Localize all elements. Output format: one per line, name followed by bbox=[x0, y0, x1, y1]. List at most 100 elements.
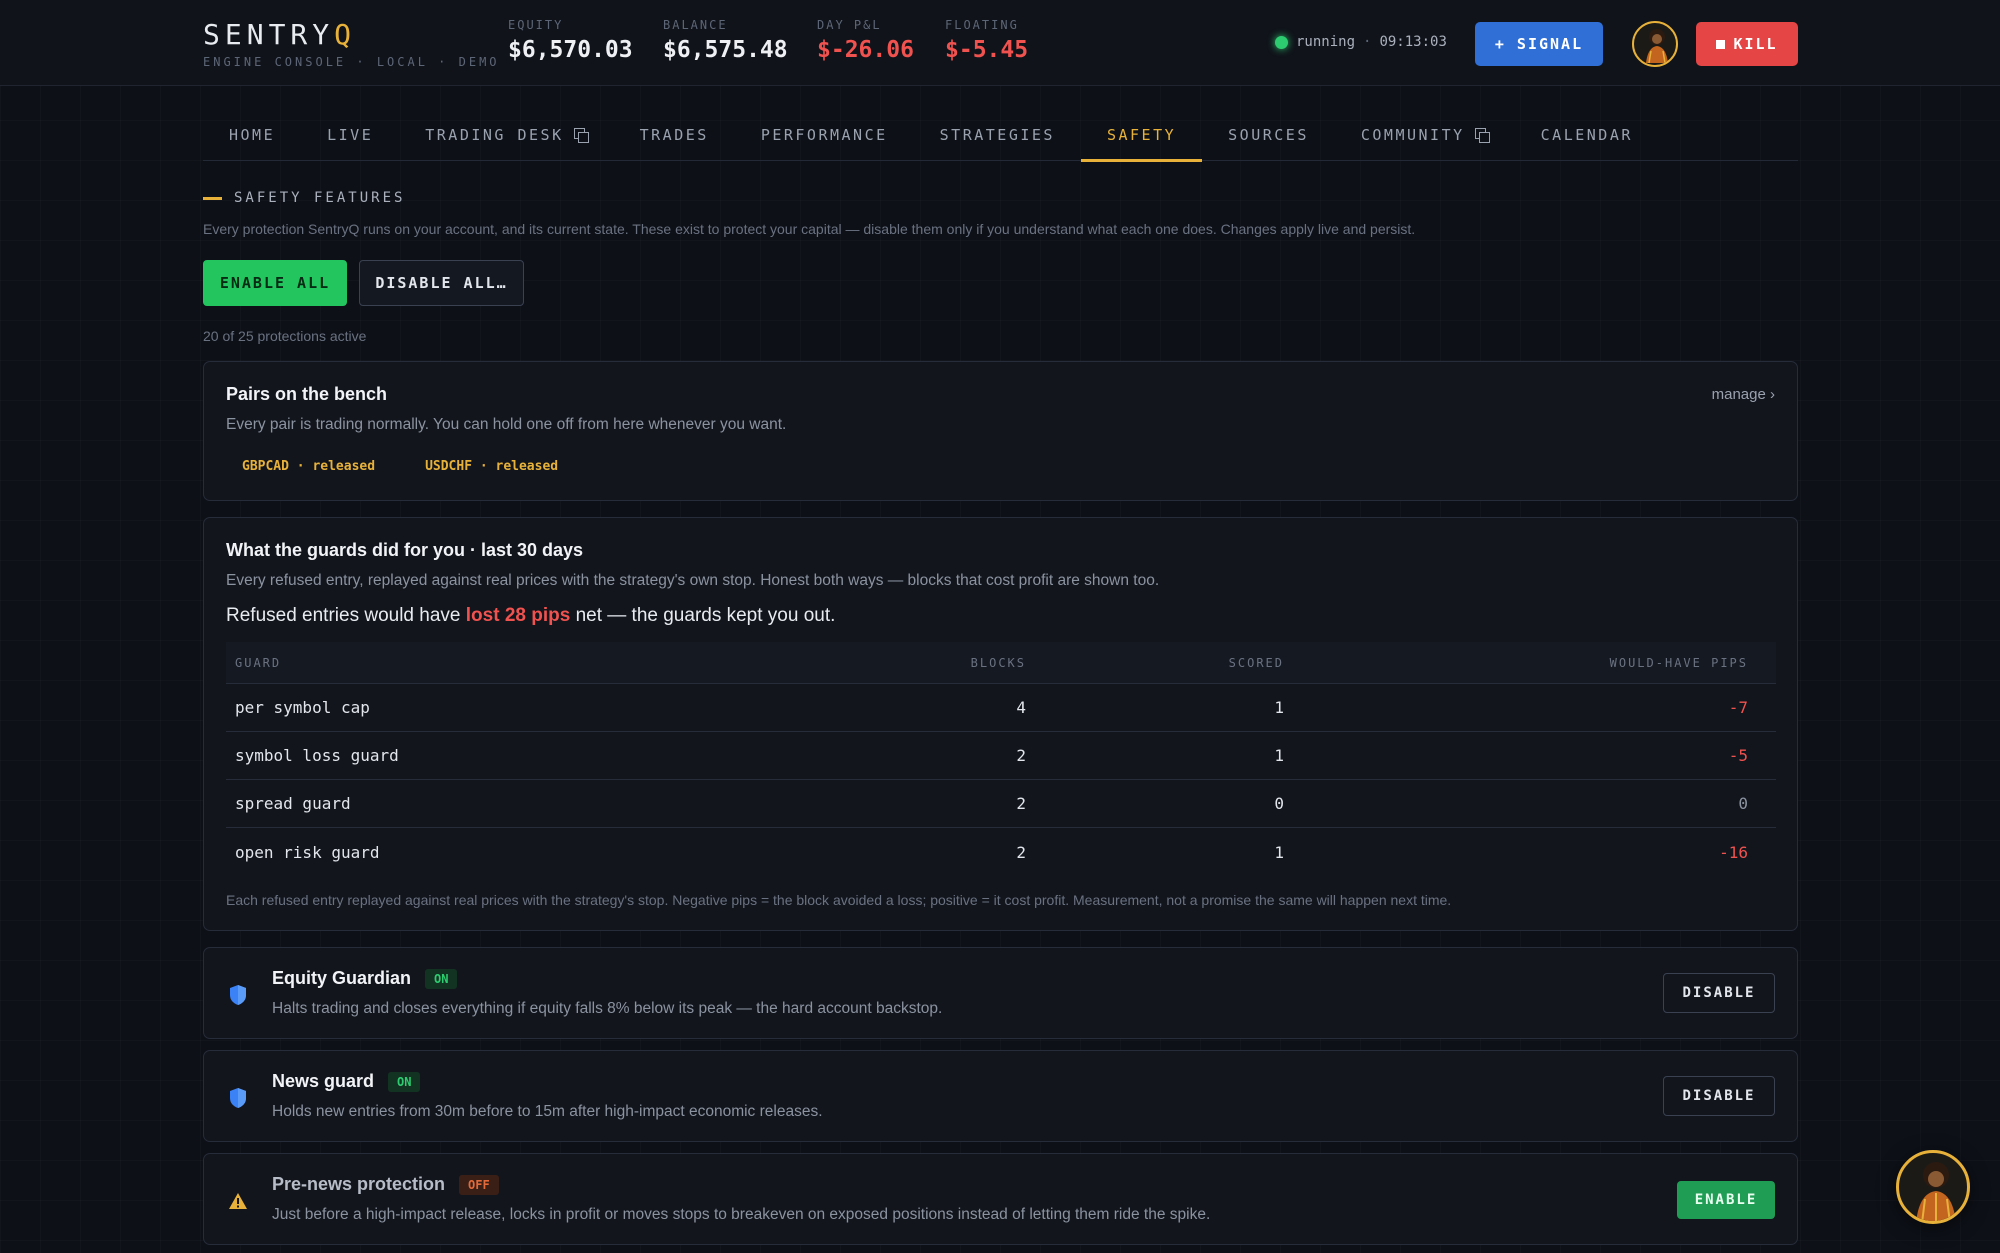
tab-label: PERFORMANCE bbox=[760, 125, 888, 144]
guard-scored: 1 bbox=[1274, 746, 1284, 765]
guard-blocks: 4 bbox=[1016, 698, 1026, 717]
signal-button[interactable]: + SIGNAL bbox=[1475, 22, 1603, 66]
guards-summary: Refused entries would have lost 28 pips … bbox=[226, 605, 836, 626]
assistant-avatar[interactable] bbox=[1896, 1150, 1970, 1224]
kill-label: KILL bbox=[1733, 35, 1778, 53]
feature-title: Pre-news protection bbox=[272, 1174, 446, 1194]
guard-name: open risk guard bbox=[235, 842, 380, 862]
tab-community[interactable]: COMMUNITY bbox=[1335, 108, 1515, 161]
page-description: Every protection SentryQ runs on your ac… bbox=[203, 221, 1416, 237]
status-badge: ON bbox=[425, 968, 458, 989]
tab-safety[interactable]: SAFETY bbox=[1080, 108, 1203, 162]
warning-icon bbox=[229, 1193, 247, 1209]
metric-balance: BALANCE $6,575.48 bbox=[663, 18, 788, 63]
tab-label: HOME bbox=[229, 125, 276, 144]
status-badge: OFF bbox=[459, 1174, 499, 1195]
tab-strategies[interactable]: STRATEGIES bbox=[914, 108, 1081, 161]
summary-highlight: lost 28 pips bbox=[465, 605, 571, 626]
tab-live[interactable]: LIVE bbox=[301, 108, 399, 161]
feature-title-row: Equity Guardian ON bbox=[272, 968, 458, 989]
feature-pre-news-protection: Pre-news protection OFF Just before a hi… bbox=[203, 1153, 1798, 1245]
tab-label: CALENDAR bbox=[1540, 125, 1633, 144]
status-state: running bbox=[1296, 34, 1356, 50]
stop-icon bbox=[1716, 39, 1726, 49]
feature-title-row: News guard ON bbox=[272, 1071, 421, 1092]
table-header: GUARD BLOCKS SCORED WOULD-HAVE PIPS bbox=[226, 642, 1776, 684]
pair-chip[interactable]: USDCHF · released bbox=[409, 454, 575, 479]
metric-label: DAY P&L bbox=[817, 18, 882, 32]
tab-label: SAFETY bbox=[1106, 125, 1177, 144]
kill-button[interactable]: KILL bbox=[1696, 22, 1798, 66]
status-badge: ON bbox=[388, 1071, 421, 1092]
tab-label: SOURCES bbox=[1228, 125, 1309, 144]
enable-button[interactable]: ENABLE bbox=[1677, 1181, 1775, 1219]
enable-all-button[interactable]: ENABLE ALL bbox=[203, 260, 347, 306]
guards-card: What the guards did for you · last 30 da… bbox=[203, 517, 1798, 931]
column-header: BLOCKS bbox=[970, 655, 1026, 670]
guard-scored: 1 bbox=[1274, 842, 1284, 862]
metric-value: $6,570.03 bbox=[508, 37, 633, 63]
guard-pips: -7 bbox=[1728, 698, 1748, 717]
feature-title: Equity Guardian bbox=[272, 968, 412, 988]
guard-scored: 0 bbox=[1274, 794, 1284, 813]
guard-blocks: 2 bbox=[1016, 794, 1026, 813]
feature-title-row: Pre-news protection OFF bbox=[272, 1174, 499, 1195]
manage-link[interactable]: manage › bbox=[1712, 386, 1775, 403]
metric-label: EQUITY bbox=[508, 18, 564, 32]
top-bar: SENTRYQ ENGINE CONSOLE · LOCAL · DEMO EQ… bbox=[0, 0, 2000, 86]
user-avatar[interactable] bbox=[1632, 21, 1678, 67]
tab-label: STRATEGIES bbox=[939, 125, 1055, 144]
table-row: open risk guard 2 1 -16 bbox=[226, 828, 1776, 876]
table-row: symbol loss guard 2 1 -5 bbox=[226, 732, 1776, 780]
disable-button[interactable]: DISABLE bbox=[1663, 1076, 1775, 1116]
external-link-icon bbox=[1474, 127, 1490, 143]
guard-blocks: 2 bbox=[1016, 842, 1026, 862]
feature-news-guard: News guard ON Holds new entries from 30m… bbox=[203, 1050, 1798, 1142]
shield-icon bbox=[230, 985, 246, 1005]
table-row: spread guard 2 0 0 bbox=[226, 780, 1776, 828]
pair-chip[interactable]: GBPCAD · released bbox=[226, 454, 392, 479]
column-header: SCORED bbox=[1228, 655, 1284, 670]
tab-sources[interactable]: SOURCES bbox=[1202, 108, 1335, 161]
tab-trades[interactable]: TRADES bbox=[614, 108, 735, 161]
tab-home[interactable]: HOME bbox=[203, 108, 301, 161]
disable-all-button[interactable]: DISABLE ALL… bbox=[359, 260, 524, 306]
guard-name: per symbol cap bbox=[235, 698, 370, 717]
brand-logo: SENTRYQ bbox=[203, 18, 357, 51]
guards-table: GUARD BLOCKS SCORED WOULD-HAVE PIPS per … bbox=[226, 642, 1776, 876]
tab-calendar[interactable]: CALENDAR bbox=[1515, 108, 1659, 161]
metric-equity: EQUITY $6,570.03 bbox=[508, 18, 633, 63]
tab-label: TRADES bbox=[639, 125, 709, 144]
tab-performance[interactable]: PERFORMANCE bbox=[735, 108, 914, 161]
metric-label: FLOATING bbox=[945, 18, 1019, 32]
metric-day-pnl: DAY P&L $-26.06 bbox=[817, 18, 914, 63]
tab-label: LIVE bbox=[327, 125, 374, 144]
section-accent-bar bbox=[203, 196, 222, 200]
guard-scored: 1 bbox=[1274, 698, 1284, 717]
feature-description: Halts trading and closes everything if e… bbox=[272, 1000, 943, 1017]
guard-name: spread guard bbox=[235, 794, 351, 813]
guard-pips: -5 bbox=[1728, 746, 1748, 765]
guards-footnote: Each refused entry replayed against real… bbox=[226, 892, 1452, 908]
tab-label: TRADING DESK bbox=[425, 125, 564, 144]
avatar-figure-icon bbox=[1916, 1162, 1956, 1221]
metric-label: BALANCE bbox=[663, 18, 728, 32]
external-link-icon bbox=[573, 127, 589, 143]
guard-pips: 0 bbox=[1738, 794, 1748, 813]
guard-blocks: 2 bbox=[1016, 746, 1026, 765]
column-header: WOULD-HAVE PIPS bbox=[1609, 655, 1748, 670]
guard-pips: -16 bbox=[1719, 842, 1748, 862]
metric-value: $-26.06 bbox=[817, 37, 914, 63]
tab-trading-desk[interactable]: TRADING DESK bbox=[399, 108, 613, 161]
status-time: 09:13:03 bbox=[1379, 34, 1447, 50]
protections-count: 20 of 25 protections active bbox=[203, 328, 367, 344]
brand: SENTRYQ ENGINE CONSOLE · LOCAL · DEMO bbox=[203, 18, 500, 69]
guards-subtitle: Every refused entry, replayed against re… bbox=[226, 572, 1160, 589]
table-row: per symbol cap 4 1 -7 bbox=[226, 684, 1776, 732]
bench-title: Pairs on the bench bbox=[226, 384, 388, 404]
main-nav: HOME LIVE TRADING DESK TRADES PERFORMANC… bbox=[203, 108, 1798, 162]
feature-equity-guardian: Equity Guardian ON Halts trading and clo… bbox=[203, 947, 1798, 1039]
disable-button[interactable]: DISABLE bbox=[1663, 973, 1775, 1013]
brand-subtitle: ENGINE CONSOLE · LOCAL · DEMO bbox=[203, 55, 500, 69]
engine-status: running · 09:13:03 bbox=[1275, 34, 1447, 50]
